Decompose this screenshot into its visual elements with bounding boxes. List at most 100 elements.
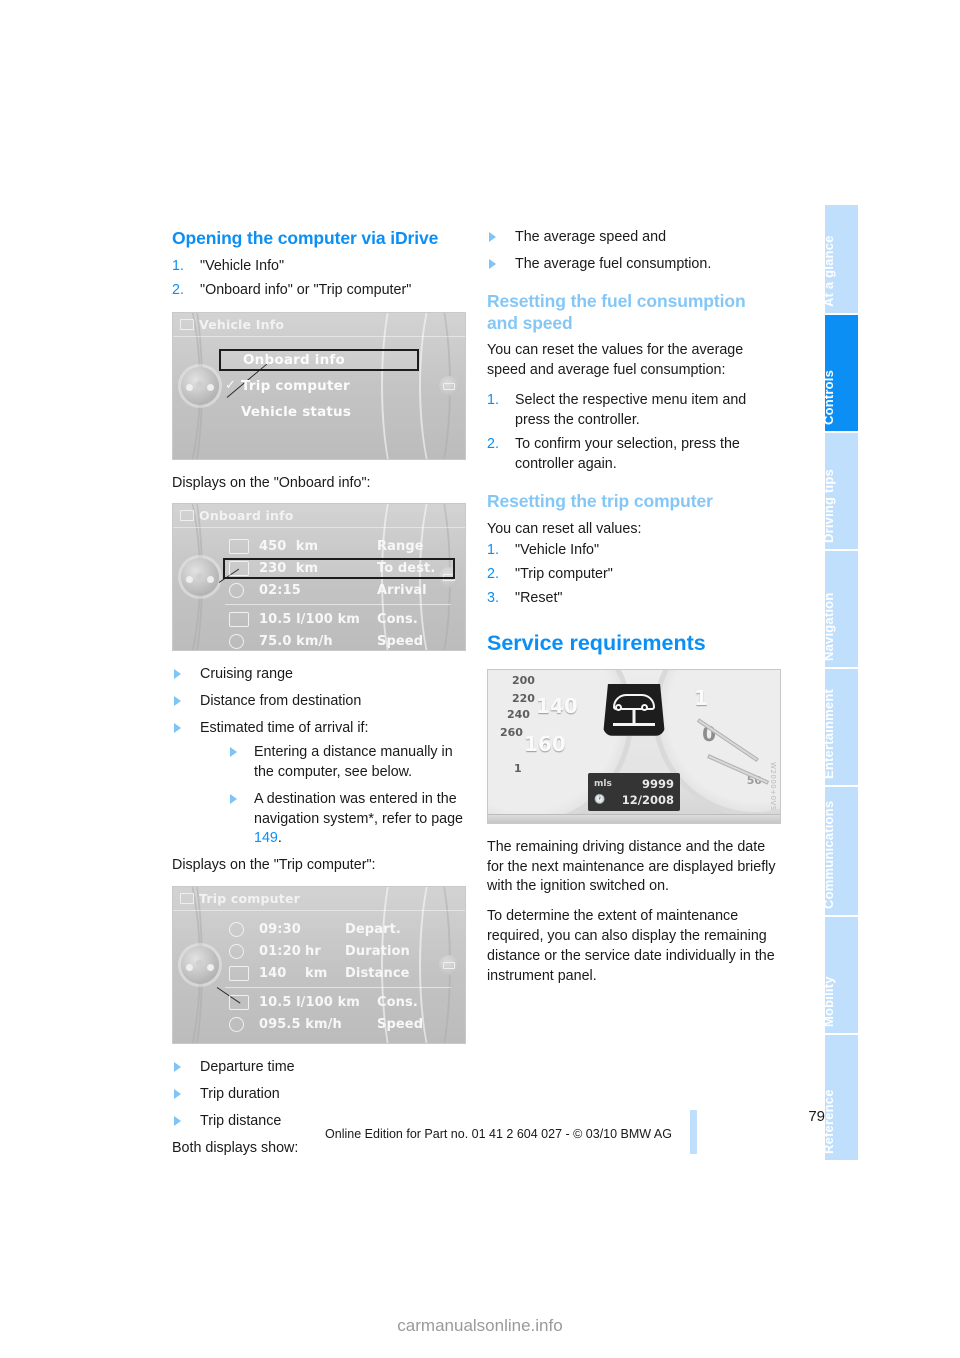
list-item: Cruising range <box>172 665 466 685</box>
heading-opening-computer: Opening the computer via iDrive <box>172 228 439 248</box>
screenshot-trip-computer: Trip computer 09:30 Depart. 01:20 hr Dur… <box>172 886 466 1045</box>
tab-label: At a glance <box>825 235 836 307</box>
trip-table: 09:30 Depart. 01:20 hr Duration 140 km D… <box>173 911 465 1044</box>
dial-tick-label: 260 <box>500 725 523 739</box>
table-row[interactable]: 02:15 Arrival <box>225 580 455 601</box>
tab-label: Communications <box>825 800 836 909</box>
tab-at-a-glance[interactable]: At a glance <box>825 205 858 313</box>
both-displays-bullet-list: The average speed and The average fuel c… <box>487 228 781 275</box>
tab-driving-tips[interactable]: Driving tips <box>825 431 858 549</box>
row-label: Cons. <box>377 612 418 628</box>
menu-item-label: Onboard info <box>243 351 345 368</box>
reference-suffix: . <box>277 830 282 847</box>
row-values: 02:15 Arrival <box>259 583 455 598</box>
step-number: 1. <box>487 392 499 409</box>
tab-label: Controls <box>825 369 836 425</box>
table-row[interactable]: 01:20 hr Duration <box>225 941 455 962</box>
vehicle-icon <box>180 893 194 905</box>
table-row[interactable]: 10.5 l/100 km Cons. <box>225 609 455 630</box>
chapter-tab-rail: At a glance Controls Driving tips Naviga… <box>825 205 858 1160</box>
vehicle-icon <box>180 510 194 522</box>
list-item: Distance from destination <box>172 692 466 712</box>
tab-mobility[interactable]: Mobility <box>825 915 858 1033</box>
list-item: 1. "Vehicle Info" <box>172 257 466 277</box>
tab-entertainment[interactable]: Entertainment <box>825 667 858 785</box>
bullet-triangle-icon <box>174 669 181 680</box>
row-values: 140 km Distance <box>259 966 455 981</box>
dial-tick-label: 240 <box>507 707 530 721</box>
row-values: 10.5 l/100 km Cons. <box>259 612 455 627</box>
list-item: Estimated time of arrival if: Entering a… <box>172 719 466 849</box>
menu-item-trip-computer[interactable]: ✓ Trip computer <box>219 375 419 397</box>
tab-label: Driving tips <box>825 469 836 543</box>
bullet-text: Departure time <box>200 1059 295 1076</box>
tab-communications[interactable]: Communications <box>825 785 858 915</box>
row-values: 230 km To dest. <box>259 561 453 576</box>
row-value: 75.0 km/h <box>259 634 333 650</box>
page-footer: 79 Online Edition for Part no. 01 41 2 6… <box>172 1108 825 1141</box>
screenshot-title-bar: Onboard info <box>173 504 465 529</box>
stopwatch-icon <box>229 944 244 960</box>
screenshot-title-bar: Trip computer <box>173 887 465 912</box>
dial-tick-label: 160 <box>524 731 566 756</box>
page-number: 79 <box>808 1108 825 1125</box>
menu-item-vehicle-status[interactable]: Vehicle status <box>219 401 419 423</box>
row-value: 10.5 l/100 km <box>259 612 360 628</box>
service-paragraph-1: The remaining driving distance and the d… <box>487 838 776 895</box>
table-row[interactable]: 75.0 km/h Speed <box>225 631 455 650</box>
caption-trip-displays: Displays on the "Trip computer": <box>172 857 376 874</box>
bullet-text: Cruising range <box>200 666 293 683</box>
fuel-icon <box>229 612 249 628</box>
range-icon <box>229 539 249 555</box>
row-value: 230 <box>259 561 287 577</box>
row-value: 450 <box>259 539 287 555</box>
site-watermark: carmanualsonline.info <box>397 1316 563 1335</box>
reset-button[interactable]: Reset <box>207 1043 453 1044</box>
tab-label: Navigation <box>825 592 836 661</box>
bullet-triangle-icon <box>489 232 496 242</box>
bullet-text: The average fuel consumption. <box>515 255 712 272</box>
depart-icon <box>229 922 244 938</box>
screenshot-title: Onboard info <box>199 508 294 524</box>
step-number: 2. <box>172 281 184 298</box>
step-number: 1. <box>172 257 184 274</box>
footer-accent-bar <box>690 1110 697 1154</box>
row-values: 10.5 l/100 km Cons. <box>259 995 455 1010</box>
table-row[interactable]: 140 km Distance <box>225 963 455 984</box>
row-label: Range <box>377 539 424 555</box>
bullet-text: Entering a distance manually in the comp… <box>254 744 453 780</box>
table-row[interactable]: 095.5 km/h Speed <box>225 1014 455 1035</box>
tab-label: Reference <box>825 1089 836 1154</box>
tab-navigation[interactable]: Navigation <box>825 549 858 667</box>
row-label: Cons. <box>377 995 418 1011</box>
row-label: Arrival <box>377 583 427 599</box>
speed-icon <box>229 1017 244 1033</box>
tab-controls[interactable]: Controls <box>825 313 858 431</box>
row-label: Depart. <box>345 922 401 938</box>
table-row[interactable]: 230 km To dest. <box>223 558 455 580</box>
heading-resetting-trip-computer: Resetting the trip computer <box>487 490 713 511</box>
step-number: 2. <box>487 435 499 452</box>
table-row[interactable]: 10.5 l/100 km Cons. <box>225 992 455 1013</box>
screenshot-onboard-info: Onboard info 450 km Range 230 km To dest… <box>172 503 466 652</box>
menu-item-label: Trip computer <box>241 377 350 394</box>
dial-tick-label: 220 <box>512 691 535 705</box>
heading-resetting-fuel-speed: Resetting the fuel consumption and speed <box>487 290 746 333</box>
bullet-text: A destination was entered in the navigat… <box>254 790 464 827</box>
table-row[interactable]: 450 km Range <box>225 536 455 557</box>
lcd-distance-unit: mls <box>594 778 612 789</box>
page-reference-link[interactable]: 149 <box>254 830 278 846</box>
row-value: 095.5 km/h <box>259 1017 342 1033</box>
menu-item-onboard-info[interactable]: Onboard info <box>219 348 419 371</box>
onboard-sub-bullet-list: Entering a distance manually in the comp… <box>228 743 466 849</box>
menu-list: Onboard info ✓ Trip computer Vehicle sta… <box>173 337 465 423</box>
bullet-triangle-icon <box>174 696 181 707</box>
row-label: To dest. <box>377 561 436 577</box>
step-number: 1. <box>487 542 499 559</box>
tab-reference[interactable]: Reference <box>825 1033 858 1160</box>
row-value: 09:30 <box>259 922 301 938</box>
step-text: "Vehicle Info" <box>515 542 600 559</box>
image-watermark: W2000+0VS <box>769 761 777 811</box>
reset-fuel-steps: 1. Select the respective menu item and p… <box>487 391 781 474</box>
table-row[interactable]: 09:30 Depart. <box>225 919 455 940</box>
